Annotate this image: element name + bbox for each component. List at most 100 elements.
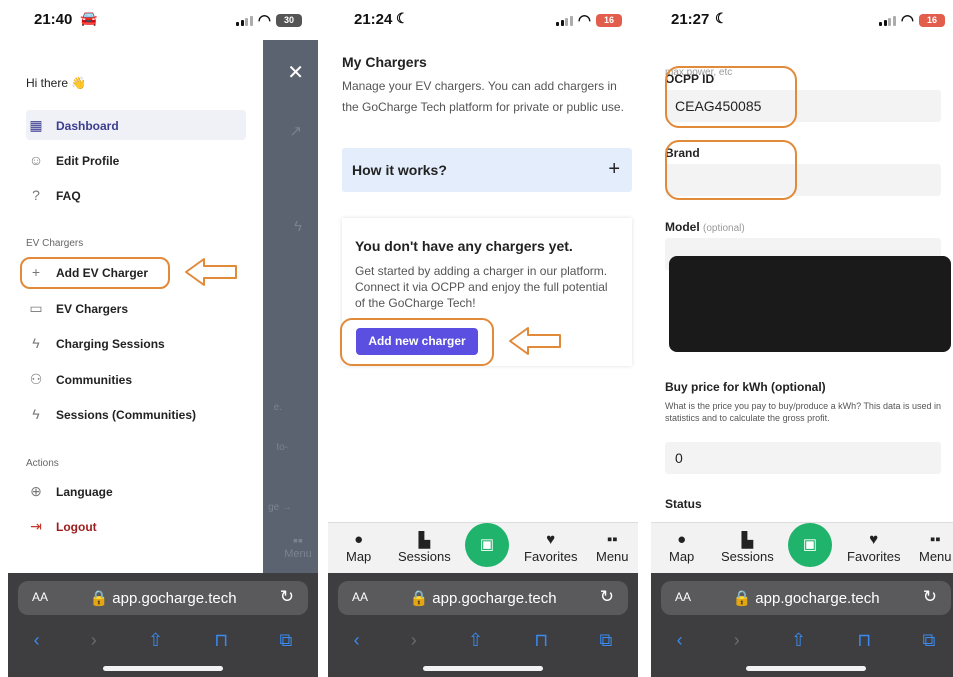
qr-scan-button[interactable]: ▣: [788, 523, 832, 567]
share-icon[interactable]: ⇧: [791, 630, 806, 651]
sidebar-item-label: Communities: [56, 373, 133, 387]
home-indicator: [746, 666, 866, 671]
share-icon[interactable]: ⇧: [148, 630, 163, 651]
forward-icon[interactable]: ›: [734, 630, 740, 651]
share-icon[interactable]: ⇧: [468, 630, 483, 651]
url-text: 🔒 app.gocharge.tech: [89, 590, 237, 607]
forward-icon[interactable]: ›: [91, 630, 97, 651]
sidebar-item-label: Dashboard: [56, 119, 119, 133]
nav-sessions[interactable]: ▙ Sessions: [398, 531, 451, 564]
address-bar[interactable]: AA 🔒 app.gocharge.tech ↻: [661, 581, 951, 615]
model-label-text: Model: [665, 220, 700, 234]
accordion-title: How it works?: [352, 162, 447, 178]
browser-toolbar: AA 🔒 app.gocharge.tech ↻ ‹ › ⇧ ⊓ ⧉: [651, 573, 953, 677]
sidebar-item-language[interactable]: ⊕ Language: [26, 476, 246, 506]
side-drawer: Hi there 👋 ▦ Dashboard ☺ Edit Profile ? FAQ…: [8, 40, 263, 573]
grid-icon: ▪▪: [293, 532, 303, 548]
bookmarks-icon[interactable]: ⊓: [214, 630, 228, 651]
phone-menu-drawer: 21:40 🚘 ◠ 30 ✕ ↗ ϟ e. to- ge → ▪▪ Menu Hi…: [8, 0, 318, 677]
map-pin-icon: ●: [677, 531, 687, 548]
browser-toolbar: AA 🔒 app.gocharge.tech ↻ ‹ › ⇧ ⊓ ⧉: [8, 573, 318, 677]
sidebar-item-label: Language: [56, 485, 113, 499]
close-icon[interactable]: ✕: [287, 60, 304, 85]
section-ev-chargers: EV Chargers: [26, 238, 84, 249]
home-indicator: [103, 666, 223, 671]
reload-icon[interactable]: ↻: [600, 587, 614, 607]
highlight-oval: [665, 66, 797, 128]
empty-state-description: Get started by adding a charger in our p…: [355, 264, 608, 310]
nav-label: Map: [669, 549, 695, 564]
qr-icon: ▣: [479, 536, 495, 553]
sidebar-item-edit-profile[interactable]: ☺ Edit Profile: [26, 145, 246, 175]
battery-icon: 30: [276, 13, 302, 27]
sidebar-item-charging-sessions[interactable]: ϟ Charging Sessions: [26, 328, 246, 358]
back-icon[interactable]: ‹: [34, 630, 40, 651]
nav-menu[interactable]: ▪▪ Menu: [596, 531, 629, 564]
sidebar-item-label: FAQ: [56, 189, 81, 203]
sidebar-item-label: Charging Sessions: [56, 337, 165, 351]
overlay-fragment: ↗: [289, 123, 302, 140]
sidebar-item-label: Sessions (Communities): [56, 408, 197, 422]
overlay-fragment: ϟ: [294, 218, 302, 235]
bookmarks-icon[interactable]: ⊓: [534, 630, 548, 651]
optional-tag: (optional): [703, 223, 745, 234]
drawer-overlay[interactable]: ✕ ↗ ϟ e. to- ge → ▪▪ Menu: [263, 40, 318, 573]
buy-price-input[interactable]: 0: [665, 442, 941, 474]
url-text: 🔒 app.gocharge.tech: [732, 590, 880, 607]
tabs-icon[interactable]: ⧉: [922, 630, 935, 651]
nav-label: Map: [346, 549, 372, 564]
tabs-icon[interactable]: ⧉: [279, 630, 292, 651]
nav-map[interactable]: ● Map: [669, 531, 694, 564]
sidebar-item-sessions-communities[interactable]: ϟ Sessions (Communities): [26, 399, 246, 429]
plus-icon[interactable]: +: [608, 158, 620, 181]
moon-icon: ☾: [396, 10, 409, 26]
car-icon: 🚘: [80, 10, 98, 26]
lightning-icon: ϟ: [32, 335, 40, 351]
menu-label: Menu: [284, 548, 312, 560]
battery-icon: 16: [919, 13, 945, 27]
nav-favorites[interactable]: ♥ Favorites: [847, 531, 900, 564]
sidebar-item-ev-chargers[interactable]: ▭ EV Chargers: [26, 293, 246, 323]
highlight-oval: [665, 140, 797, 200]
status-label: Status: [665, 497, 702, 511]
back-icon[interactable]: ‹: [354, 630, 360, 651]
qr-icon: ▣: [802, 536, 818, 553]
sidebar-item-faq[interactable]: ? FAQ: [26, 180, 246, 210]
wifi-icon: ◠: [257, 12, 271, 29]
lightning-icon: ϟ: [32, 406, 40, 422]
reload-icon[interactable]: ↻: [923, 587, 937, 607]
heart-icon: ♥: [869, 531, 879, 548]
pointer-arrow-icon: [509, 327, 561, 355]
forward-icon[interactable]: ›: [411, 630, 417, 651]
map-pin-icon: ●: [354, 531, 364, 548]
wifi-icon: ◠: [900, 12, 914, 29]
redacted-block: [669, 256, 951, 352]
nav-sessions[interactable]: ▙ Sessions: [721, 531, 774, 564]
pointer-arrow-icon: [185, 258, 237, 286]
nav-label: Menu: [919, 549, 952, 564]
wifi-icon: ◠: [577, 12, 591, 29]
grid-icon: ▪▪: [929, 531, 941, 548]
nav-menu[interactable]: ▪▪ Menu: [919, 531, 952, 564]
heart-icon: ♥: [546, 531, 556, 548]
home-indicator: [423, 666, 543, 671]
bookmarks-icon[interactable]: ⊓: [857, 630, 871, 651]
nav-favorites[interactable]: ♥ Favorites: [524, 531, 577, 564]
signal-icon: [879, 15, 896, 26]
reload-icon[interactable]: ↻: [280, 587, 294, 607]
sidebar-item-communities[interactable]: ⚇ Communities: [26, 364, 246, 394]
nav-map[interactable]: ● Map: [346, 531, 371, 564]
status-time: 21:40: [34, 11, 73, 28]
address-bar[interactable]: AA 🔒 app.gocharge.tech ↻: [338, 581, 628, 615]
highlight-oval: [340, 318, 494, 366]
sidebar-item-logout[interactable]: ⇥ Logout: [26, 511, 246, 541]
question-icon: ?: [32, 187, 40, 203]
how-it-works-accordion[interactable]: How it works? +: [342, 148, 632, 192]
back-icon[interactable]: ‹: [677, 630, 683, 651]
address-bar[interactable]: AA 🔒 app.gocharge.tech ↻: [18, 581, 308, 615]
phone-add-charger-form: 21:27 ☾ ◠ 16 max power, etc OCPP ID CEAG4…: [651, 0, 953, 677]
sidebar-item-dashboard[interactable]: ▦ Dashboard: [26, 110, 246, 140]
tabs-icon[interactable]: ⧉: [599, 630, 612, 651]
url-value: app.gocharge.tech: [112, 590, 237, 607]
qr-scan-button[interactable]: ▣: [465, 523, 509, 567]
